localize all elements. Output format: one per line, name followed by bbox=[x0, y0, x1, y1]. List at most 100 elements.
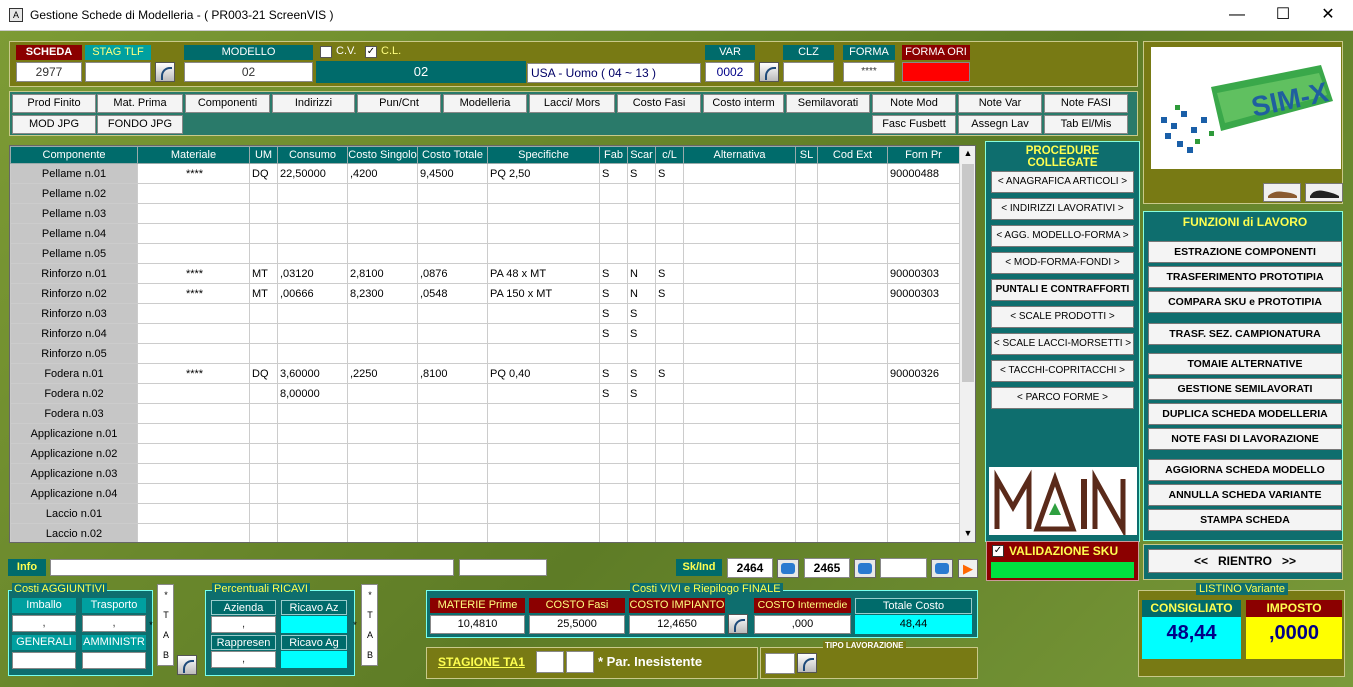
table-cell[interactable] bbox=[683, 523, 796, 542]
table-cell[interactable] bbox=[627, 443, 656, 464]
table-row[interactable]: Fodera n.03 bbox=[10, 403, 960, 424]
table-cell[interactable]: **** bbox=[137, 283, 250, 304]
table-cell[interactable] bbox=[277, 403, 348, 424]
minimize-button[interactable]: — bbox=[1217, 4, 1257, 26]
tab-prod-finito[interactable]: Prod Finito bbox=[12, 94, 96, 113]
table-cell[interactable] bbox=[795, 483, 818, 504]
modello-field[interactable]: 02 bbox=[184, 62, 313, 82]
table-cell[interactable] bbox=[655, 343, 684, 364]
skind-field-b[interactable]: 2465 bbox=[804, 558, 850, 578]
table-cell[interactable] bbox=[137, 403, 250, 424]
table-cell[interactable] bbox=[277, 423, 348, 444]
table-cell[interactable] bbox=[887, 303, 960, 324]
maximize-button[interactable]: ☐ bbox=[1263, 4, 1303, 26]
table-cell[interactable] bbox=[817, 483, 888, 504]
table-cell[interactable]: S bbox=[599, 363, 628, 384]
table-cell[interactable]: S bbox=[627, 383, 656, 404]
forma-desc-field[interactable]: USA - Uomo ( 04 ~ 13 ) bbox=[527, 63, 701, 83]
table-cell[interactable] bbox=[655, 463, 684, 484]
procedure-button-tacchi-copritacchi[interactable]: < TACCHI-COPRITACCHI > bbox=[991, 360, 1134, 382]
tab-note-mod[interactable]: Note Mod bbox=[872, 94, 956, 113]
play-arrow-icon[interactable]: ▶ bbox=[958, 559, 978, 578]
table-cell[interactable] bbox=[683, 163, 796, 184]
table-row[interactable]: Pellame n.03 bbox=[10, 203, 960, 224]
table-cell[interactable] bbox=[249, 303, 278, 324]
table-cell[interactable] bbox=[487, 523, 600, 542]
table-cell[interactable] bbox=[627, 243, 656, 264]
table-cell[interactable] bbox=[137, 203, 250, 224]
tipo-lavorazione-lookup-button[interactable] bbox=[797, 653, 817, 673]
table-cell[interactable]: ,00666 bbox=[277, 283, 348, 304]
tab-note-var[interactable]: Note Var bbox=[958, 94, 1042, 113]
table-cell[interactable] bbox=[795, 523, 818, 542]
table-cell[interactable] bbox=[487, 243, 600, 264]
tab-assegn-lav[interactable]: Assegn Lav bbox=[958, 115, 1042, 134]
table-cell[interactable] bbox=[277, 443, 348, 464]
table-cell[interactable] bbox=[795, 243, 818, 264]
table-cell[interactable]: **** bbox=[137, 363, 250, 384]
table-cell[interactable] bbox=[249, 183, 278, 204]
table-cell[interactable] bbox=[277, 303, 348, 324]
table-cell[interactable] bbox=[277, 203, 348, 224]
table-cell[interactable] bbox=[817, 423, 888, 444]
table-cell[interactable] bbox=[817, 523, 888, 542]
grid-vertical-scrollbar[interactable]: ▲ ▼ bbox=[959, 146, 975, 542]
funzioni-button-annulla-scheda-variante[interactable]: ANNULLA SCHEDA VARIANTE bbox=[1148, 484, 1342, 506]
table-cell[interactable] bbox=[887, 383, 960, 404]
table-cell[interactable]: ,2250 bbox=[347, 363, 418, 384]
var-lookup-button[interactable] bbox=[759, 62, 779, 82]
table-cell[interactable]: S bbox=[627, 323, 656, 344]
table-cell[interactable] bbox=[683, 463, 796, 484]
column-header-forn-pr[interactable]: Forn Pr bbox=[887, 146, 960, 164]
table-cell[interactable]: S bbox=[655, 163, 684, 184]
table-cell[interactable] bbox=[817, 283, 888, 304]
funzioni-button-trasferimento-prototipia[interactable]: TRASFERIMENTO PROTOTIPIA bbox=[1148, 266, 1342, 288]
table-cell[interactable] bbox=[417, 183, 488, 204]
table-cell[interactable] bbox=[347, 523, 418, 542]
table-cell[interactable] bbox=[487, 443, 600, 464]
table-cell[interactable] bbox=[417, 243, 488, 264]
column-header-alternativa[interactable]: Alternativa bbox=[683, 146, 796, 164]
table-cell[interactable] bbox=[683, 383, 796, 404]
table-cell[interactable] bbox=[795, 323, 818, 344]
table-cell[interactable] bbox=[683, 183, 796, 204]
row-label[interactable]: Applicazione n.02 bbox=[10, 443, 138, 464]
table-cell[interactable] bbox=[249, 323, 278, 344]
table-cell[interactable] bbox=[417, 463, 488, 484]
table-cell[interactable] bbox=[627, 483, 656, 504]
table-cell[interactable] bbox=[249, 403, 278, 424]
materie-field[interactable]: 10,4810 bbox=[430, 615, 525, 634]
table-cell[interactable] bbox=[887, 323, 960, 344]
table-cell[interactable] bbox=[683, 403, 796, 424]
table-cell[interactable] bbox=[795, 223, 818, 244]
table-cell[interactable]: S bbox=[599, 263, 628, 284]
table-cell[interactable]: S bbox=[599, 163, 628, 184]
impianto-lookup-button[interactable] bbox=[728, 614, 748, 634]
generali-field[interactable] bbox=[12, 652, 76, 669]
table-row[interactable]: Pellame n.05 bbox=[10, 243, 960, 264]
table-cell[interactable] bbox=[627, 203, 656, 224]
table-row[interactable]: Fodera n.01 **** DQ 3,60000,2250,8100 PQ 0,4… bbox=[10, 363, 960, 384]
table-cell[interactable] bbox=[599, 343, 628, 364]
table-cell[interactable] bbox=[249, 383, 278, 404]
table-cell[interactable] bbox=[487, 423, 600, 444]
tab-modelleria[interactable]: Modelleria bbox=[443, 94, 527, 113]
table-cell[interactable] bbox=[683, 483, 796, 504]
tab-indirizzi[interactable]: Indirizzi bbox=[272, 94, 355, 113]
ricavo-az-field[interactable] bbox=[281, 616, 347, 633]
table-cell[interactable] bbox=[347, 403, 418, 424]
table-cell[interactable] bbox=[683, 343, 796, 364]
funzioni-button-compara-sku-e-prototipia[interactable]: COMPARA SKU e PROTOTIPIA bbox=[1148, 291, 1342, 313]
table-cell[interactable]: S bbox=[599, 283, 628, 304]
funzioni-button-duplica-scheda-modelleria[interactable]: DUPLICA SCHEDA MODELLERIA bbox=[1148, 403, 1342, 425]
table-cell[interactable] bbox=[887, 423, 960, 444]
tab-fondo-jpg[interactable]: FONDO JPG bbox=[97, 115, 183, 134]
table-cell[interactable] bbox=[599, 223, 628, 244]
table-cell[interactable] bbox=[137, 423, 250, 444]
table-cell[interactable] bbox=[277, 463, 348, 484]
row-label[interactable]: Pellame n.04 bbox=[10, 223, 138, 244]
table-cell[interactable] bbox=[655, 503, 684, 524]
table-cell[interactable]: PQ 2,50 bbox=[487, 163, 600, 184]
tab-costo-interm[interactable]: Costo interm bbox=[703, 94, 784, 113]
table-cell[interactable]: **** bbox=[137, 263, 250, 284]
